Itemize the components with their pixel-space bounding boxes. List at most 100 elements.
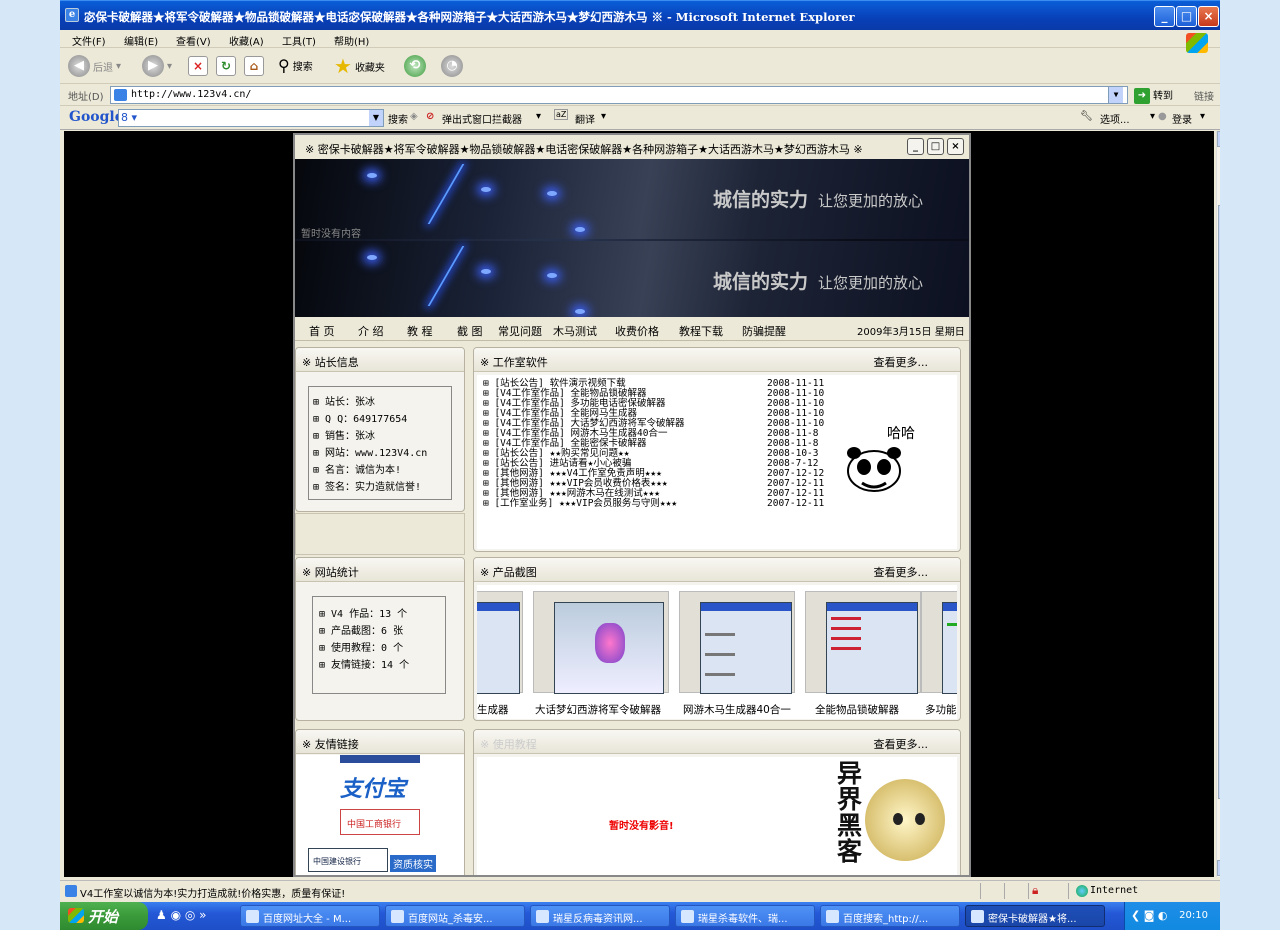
product-thumb[interactable]	[477, 591, 523, 694]
address-input[interactable]: http://www.123v4.cn/ ▼	[110, 86, 1128, 104]
google-dropdown-icon[interactable]: ▼	[369, 110, 383, 126]
media-icon[interactable]: ⟲	[404, 55, 426, 77]
links-button[interactable]: 链接	[1194, 88, 1214, 103]
mascot-text: 哈哈	[887, 426, 915, 442]
menu-tools[interactable]: 工具(T)	[282, 33, 316, 48]
nav-tutorial[interactable]: 教 程	[407, 323, 433, 339]
software-more-link[interactable]: 查看更多...	[874, 354, 929, 370]
site-nav: 首 页 介 绍 教 程 截 图 常见问题 木马测试 收费价格 教程下载 防骗提醒…	[295, 317, 969, 341]
nav-trojan-test[interactable]: 木马测试	[553, 323, 597, 339]
go-button[interactable]: ➜ 转到	[1134, 87, 1173, 104]
quick-launch-icons[interactable]: ♟ ◉ ◎ »	[156, 908, 206, 922]
address-label: 地址(D)	[68, 92, 104, 103]
scroll-up-icon[interactable]: ▲	[1217, 131, 1220, 147]
tutorials-more-link[interactable]: 查看更多...	[874, 736, 929, 752]
google-search-input[interactable]: 8 ▾ ▼	[118, 109, 384, 127]
stop-icon[interactable]: ×	[188, 56, 208, 76]
product-thumb[interactable]	[921, 591, 957, 694]
product-thumb[interactable]	[679, 591, 795, 694]
no-video-text: 暂时没有影音!	[609, 821, 674, 832]
minimize-button[interactable]: _	[1154, 6, 1175, 27]
ccb-logo[interactable]: 中国建设银行	[308, 848, 388, 872]
menu-edit[interactable]: 编辑(E)	[124, 33, 158, 48]
verify-badge[interactable]: 资质核实	[390, 855, 436, 872]
software-title: ※ 工作室软件	[480, 356, 548, 369]
translate-button[interactable]: 翻译	[575, 111, 595, 126]
stats-item: ⊞ 友情链接：14 个	[319, 660, 410, 671]
scroll-thumb[interactable]	[1218, 205, 1220, 799]
options-button[interactable]: 选项...	[1100, 111, 1130, 126]
banner-slogan: 城信的实力 让您更加的放心	[713, 189, 924, 211]
forward-dropdown-icon: ▾	[167, 60, 173, 72]
owner-item: ⊞ 网站：www.123V4.cn	[313, 448, 428, 459]
stats-item: ⊞ V4 作品：13 个	[319, 609, 408, 620]
nav-home[interactable]: 首 页	[309, 323, 335, 339]
menu-file[interactable]: 文件(F)	[72, 33, 106, 48]
title-bar[interactable]: e 宓保卡破解器★将军令破解器★物品锁破解器★电话宓保破解器★各种网游箱子★大话…	[60, 0, 1220, 30]
refresh-icon[interactable]: ↻	[216, 56, 236, 76]
product-caption[interactable]: 生成器	[477, 702, 509, 717]
mascot-image	[865, 779, 945, 861]
nav-pricing[interactable]: 收费价格	[615, 323, 659, 339]
translate-dropdown-icon[interactable]: ▾	[601, 111, 606, 122]
alipay-logo[interactable]: 支付宝	[340, 771, 406, 803]
popup-close-button[interactable]: ×	[947, 138, 964, 155]
menu-view[interactable]: 查看(V)	[176, 33, 211, 48]
maximize-button[interactable]: □	[1176, 6, 1197, 27]
search-button[interactable]: ⚲ 搜索	[278, 56, 313, 75]
taskbar-item[interactable]: 瑞星杀毒软件、瑞...	[675, 905, 815, 927]
taskbar-item[interactable]: 百度搜索_http://...	[820, 905, 960, 927]
options-dropdown-icon[interactable]: ▾	[1150, 111, 1155, 122]
product-thumb[interactable]	[533, 591, 669, 694]
nav-intro[interactable]: 介 绍	[358, 323, 384, 339]
screenshots-title: ※ 产品截图	[480, 566, 537, 579]
popup-title-bar[interactable]: ※ 密保卡破解器★将军令破解器★物品锁破解器★电话密保破解器★各种网游箱子★大话…	[295, 135, 969, 159]
forward-arrow-icon: ▶	[142, 55, 164, 77]
status-text: V4工作室以诚信为本!实力打造成就!价格实惠，质量有保证!	[80, 889, 346, 900]
popup-blocker-dropdown-icon[interactable]: ▾	[536, 111, 541, 122]
product-caption[interactable]: 全能物品锁破解器	[815, 702, 899, 717]
forward-button[interactable]: ▶ ▾	[142, 55, 172, 77]
google-search-button[interactable]: 搜索	[388, 111, 408, 126]
favorites-button[interactable]: ★ 收藏夹	[334, 54, 385, 78]
links-list: 支付宝 中国工商银行 中国建设银行 资质核实	[296, 755, 464, 875]
menu-bar: 文件(F) 编辑(E) 查看(V) 收藏(A) 工具(T) 帮助(H)	[60, 30, 1220, 53]
home-icon[interactable]: ⌂	[244, 56, 264, 76]
icbc-logo[interactable]: 中国工商银行	[340, 809, 420, 835]
taskbar-item-active[interactable]: 密保卡破解器★将...	[965, 905, 1105, 927]
software-list: ⊞ [站长公告] 软件演示视频下载 2008-11-11 ⊞ [V4工作室作品] …	[477, 375, 957, 549]
vertical-scrollbar[interactable]: ▲ ▼	[1216, 131, 1220, 877]
taskbar-item[interactable]: 百度网址大全 - M...	[240, 905, 380, 927]
software-row[interactable]: ⊞ [工作室业务] ★★★VIP会员服务与守则★★★ 2007-12-11	[483, 499, 824, 509]
nav-date: 2009年3月15日 星期日	[857, 327, 965, 338]
back-button[interactable]: ◀ 后退 ▾	[68, 55, 121, 77]
product-thumb[interactable]	[805, 591, 921, 694]
popup-minimize-button[interactable]: _	[907, 138, 924, 155]
product-caption[interactable]: 网游木马生成器40合一	[683, 702, 791, 717]
product-caption[interactable]: 多功能	[925, 702, 957, 717]
nav-screenshots[interactable]: 截 图	[457, 323, 483, 339]
product-caption[interactable]: 大话梦幻西游将军令破解器	[535, 702, 661, 717]
owner-item: ⊞ 名言：诚信为本!	[313, 465, 402, 476]
start-button[interactable]: 开始	[60, 902, 148, 930]
login-dropdown-icon[interactable]: ▾	[1200, 111, 1205, 122]
tray-icons[interactable]: ❮ ◙ ◐	[1131, 909, 1167, 922]
menu-help[interactable]: 帮助(H)	[334, 33, 369, 48]
nav-anti-fraud[interactable]: 防骗提醒	[742, 323, 786, 339]
popup-maximize-button[interactable]: □	[927, 138, 944, 155]
scroll-down-icon[interactable]: ▼	[1217, 860, 1220, 876]
login-button[interactable]: 登录	[1172, 111, 1192, 126]
links-title: ※ 友情链接	[302, 738, 359, 751]
nav-downloads[interactable]: 教程下载	[679, 323, 723, 339]
history-icon[interactable]: ◔	[441, 55, 463, 77]
ie-icon	[536, 910, 549, 923]
popup-blocker-button[interactable]: 弹出式窗口拦截器	[442, 111, 522, 126]
close-button[interactable]: ×	[1198, 6, 1219, 27]
login-icon: ●	[1158, 111, 1167, 122]
nav-faq[interactable]: 常见问题	[498, 323, 542, 339]
address-dropdown-icon[interactable]: ▼	[1108, 87, 1123, 103]
menu-favorites[interactable]: 收藏(A)	[229, 33, 264, 48]
taskbar-item[interactable]: 瑞星反病毒资讯网...	[530, 905, 670, 927]
taskbar-item[interactable]: 百度网站_杀毒安...	[385, 905, 525, 927]
screenshots-more-link[interactable]: 查看更多...	[874, 564, 929, 580]
